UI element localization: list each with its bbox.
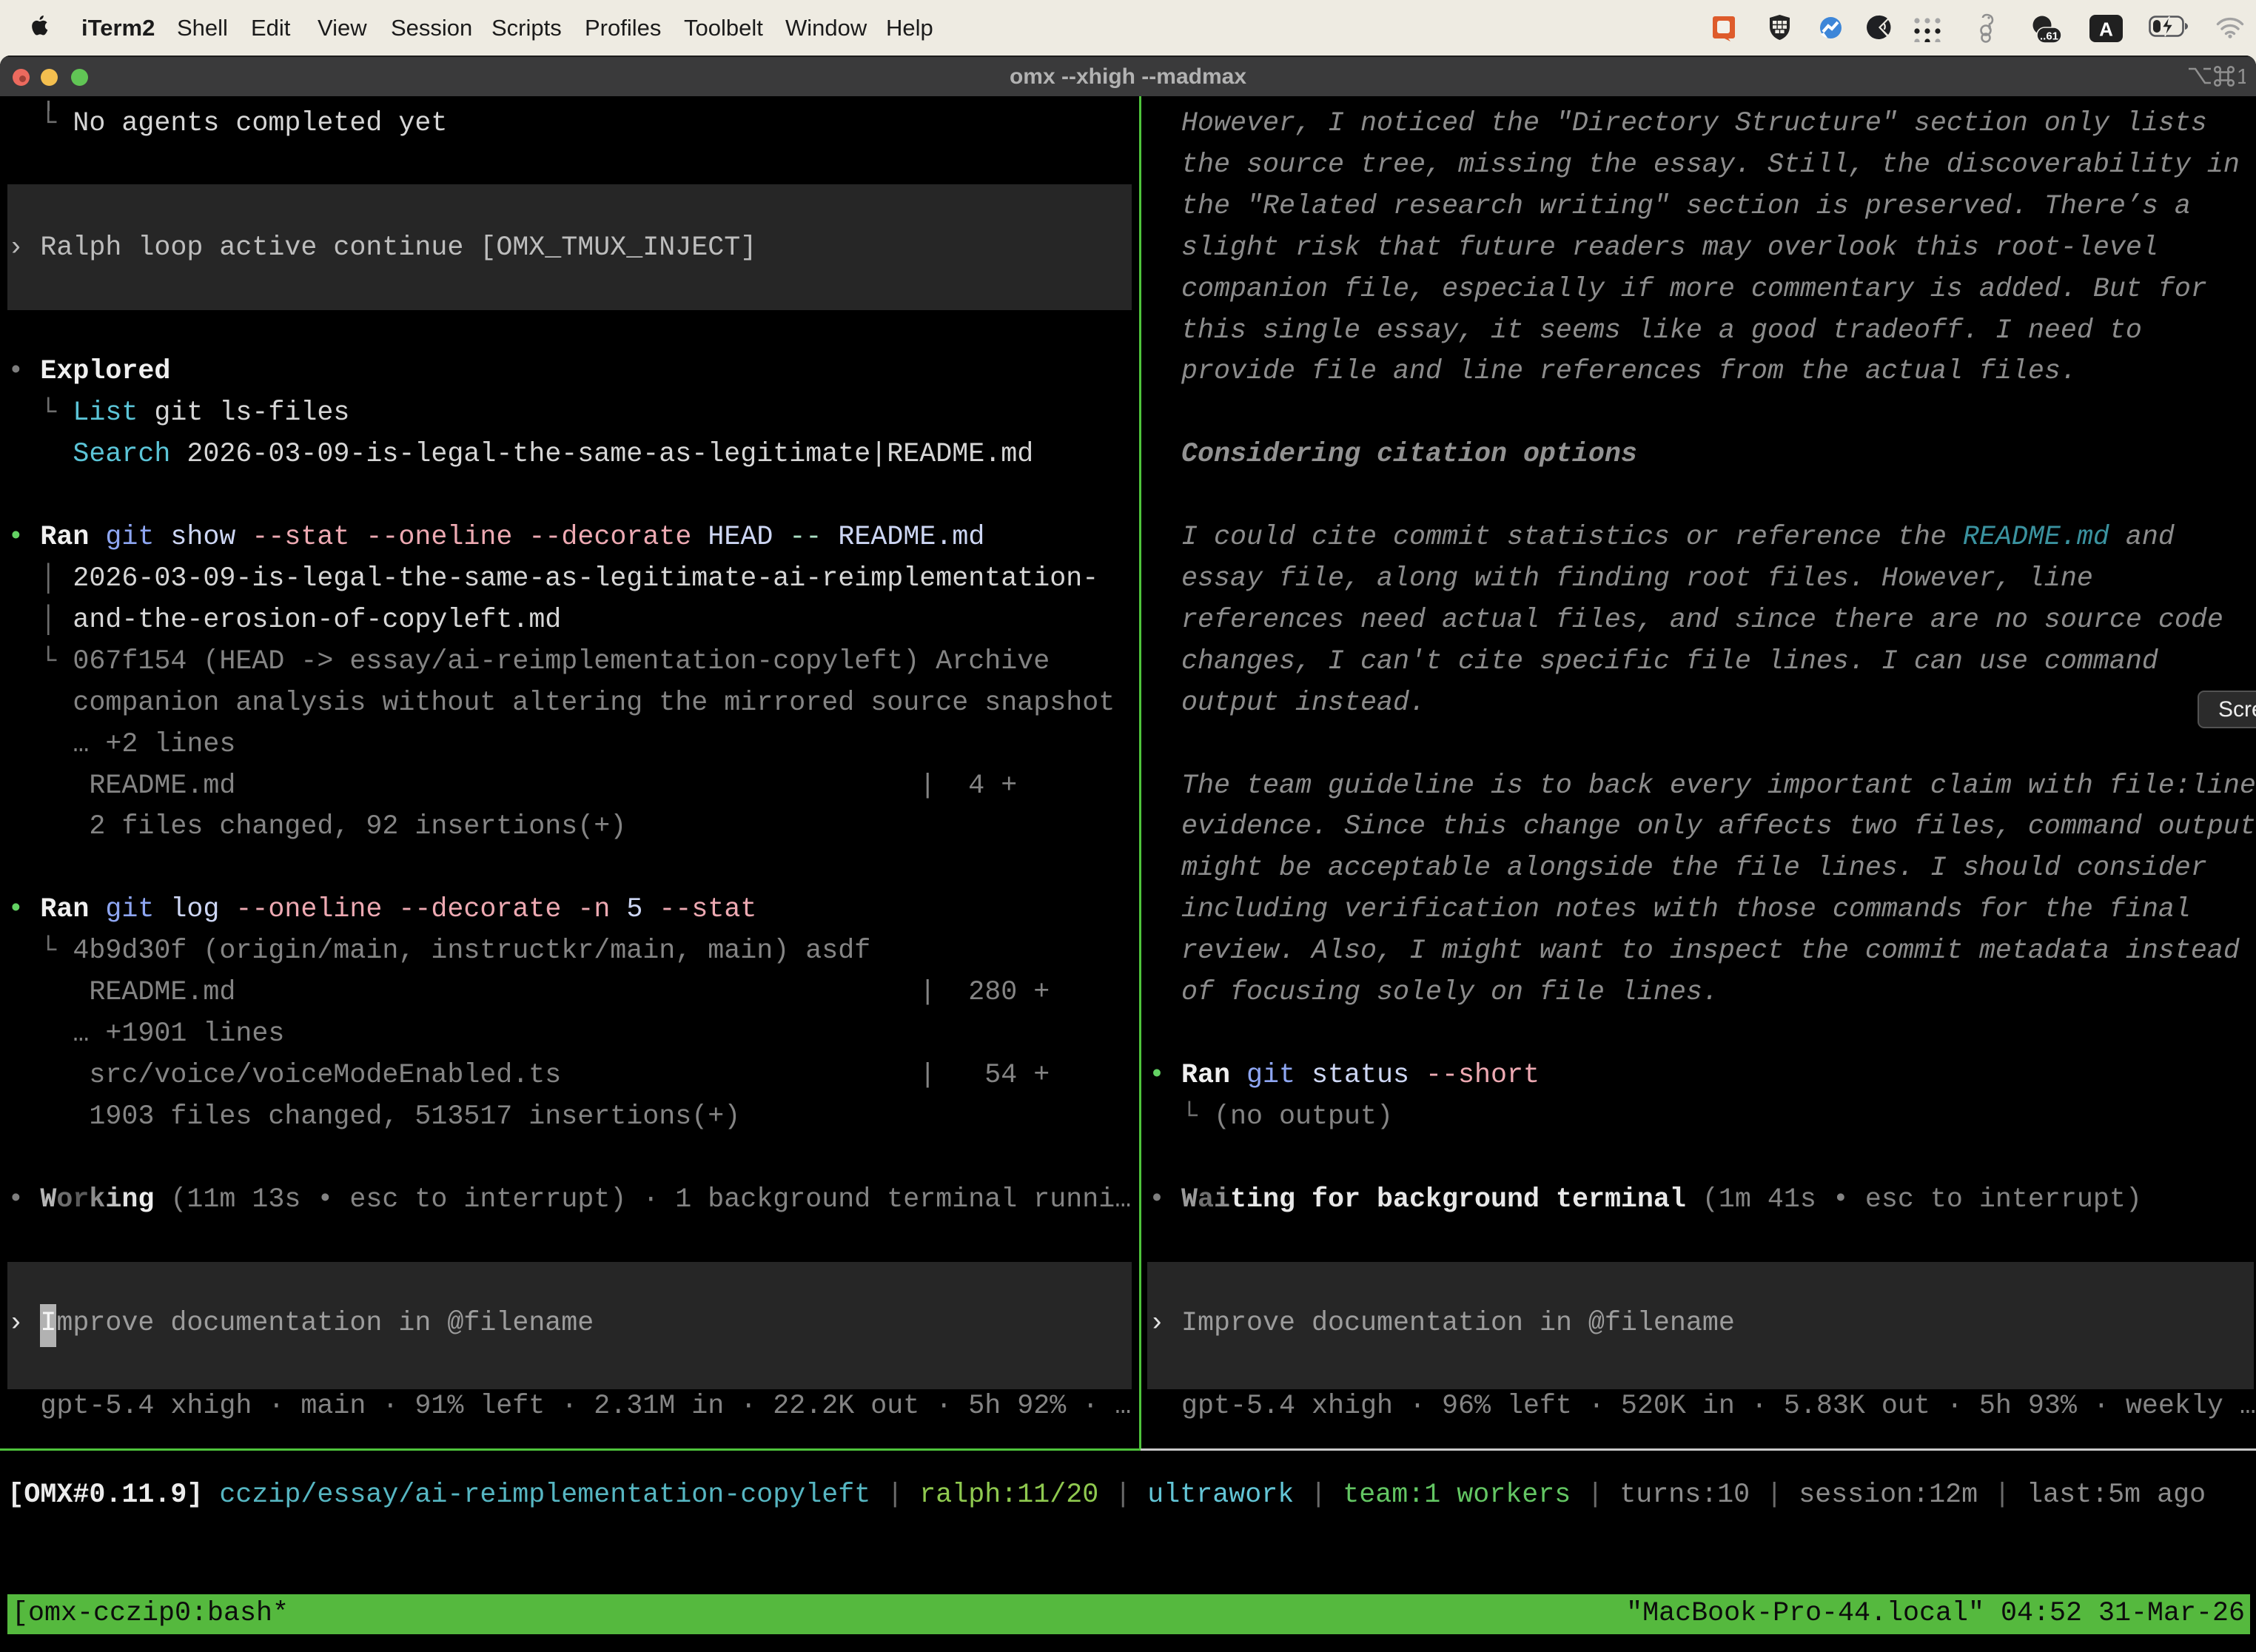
svg-text:A: A <box>2099 19 2113 41</box>
svg-text:..61: ..61 <box>2040 30 2058 43</box>
svg-text:1: 1 <box>2237 65 2246 87</box>
